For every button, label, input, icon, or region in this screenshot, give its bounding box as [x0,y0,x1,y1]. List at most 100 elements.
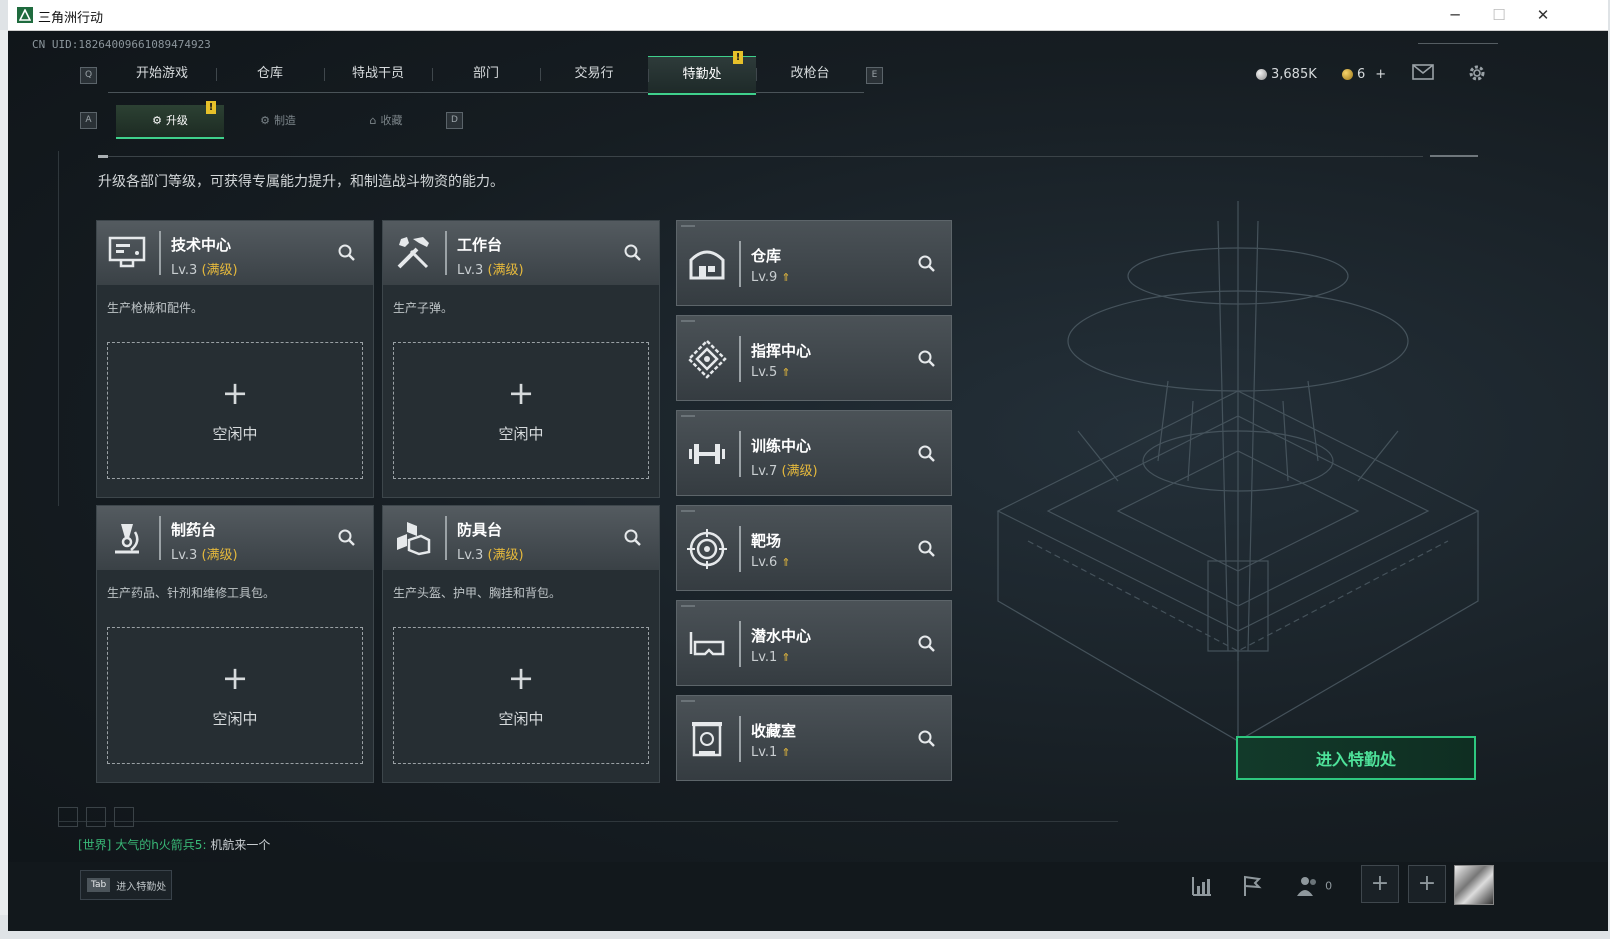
facility-name: 指挥中心 [751,342,812,360]
friends-icon [1297,877,1316,896]
production-card-tech-center[interactable]: 技术中心 Lv.3 (满级) 生产枪械和配件。 + 空闲中 [96,220,374,498]
card-name: 工作台 [457,236,503,254]
chat-sender: 大气的h火箭兵5: [115,838,207,852]
card-level: Lv.3 (满级) [171,259,238,278]
add-gold-button[interactable]: + [1375,67,1386,82]
card-separator [445,516,447,560]
sub-nav: ⚙ 升级 ⚙ 制造 ⌂ 收藏 [116,105,440,139]
tab-start-game[interactable]: 开始游戏 [108,56,216,92]
level-value: Lv.6 [751,555,778,570]
add-teammate-button[interactable]: + [1408,865,1446,903]
card-separator [159,516,161,560]
level-value: Lv.1 [751,650,778,665]
facility-diving-center[interactable]: 潜水中心 Lv.1 ⇑ [676,600,952,686]
settings-gear-icon[interactable] [1466,62,1488,84]
card-name: 制药台 [171,521,217,539]
tab-gunsmith[interactable]: 改枪台 [756,56,864,92]
slot-status: 空闲中 [498,425,544,443]
subtab-collection[interactable]: ⌂ 收藏 [332,105,440,137]
production-slot[interactable]: + 空闲中 [107,342,363,479]
stats-chart-icon[interactable] [1190,874,1214,898]
card-description: 生产子弹。 [393,301,454,315]
deco-square [58,807,78,827]
card-level: Lv.3 (满级) [457,259,524,278]
nav-prev-key[interactable]: Q [80,67,97,84]
alert-badge: ! [733,51,743,64]
facility-name: 仓库 [751,247,782,265]
tab-operators[interactable]: 特战干员 [324,56,432,92]
enter-special-ops-button[interactable]: 进入特勤处 [1236,736,1476,780]
facility-command-center[interactable]: 指挥中心 Lv.5 ⇑ [676,315,952,401]
maximize-button[interactable]: ☐ [1488,4,1510,26]
facility-level: Lv.7 (满级) [751,460,818,479]
level-value: Lv.9 [751,270,778,285]
search-icon[interactable] [917,729,937,749]
tab-trading[interactable]: 交易行 [540,56,648,92]
facility-separator [739,241,741,287]
tab-warehouse[interactable]: 仓库 [216,56,324,92]
warehouse-icon [687,244,727,284]
mail-icon[interactable] [1412,64,1434,80]
production-card-armor-bench[interactable]: 防具台 Lv.3 (满级) 生产头盔、护甲、胸挂和背包。 + 空闲中 [382,505,660,783]
tab-department[interactable]: 部门 [432,56,540,92]
divider-cap-right [1430,155,1478,157]
level-value: Lv.3 [457,548,484,563]
production-slot[interactable]: + 空闲中 [393,342,649,479]
corner-tick [681,700,695,702]
level-value: Lv.5 [751,365,778,380]
search-icon[interactable] [623,243,643,263]
corner-tick [681,510,695,512]
search-icon[interactable] [337,243,357,263]
facility-collection-room[interactable]: 收藏室 Lv.1 ⇑ [676,695,952,781]
subnav-prev-key[interactable]: A [80,112,97,129]
add-teammate-button[interactable]: + [1361,865,1399,903]
tools-icon [393,233,433,273]
corner-tick [681,415,695,417]
friends-button[interactable]: 0 [1296,874,1340,898]
nav-next-key[interactable]: E [866,67,883,84]
deco-square [86,807,106,827]
subnav-next-key[interactable]: D [446,112,463,129]
frame-line [1418,43,1498,44]
search-icon[interactable] [917,349,937,369]
avatar[interactable] [1454,865,1494,905]
dumbbell-icon [687,434,727,474]
diving-mask-icon [687,624,727,664]
facility-warehouse[interactable]: 仓库 Lv.9 ⇑ [676,220,952,306]
gold-currency[interactable]: 6 + [1342,67,1386,82]
search-icon[interactable] [917,254,937,274]
production-card-pharmacy[interactable]: 制药台 Lv.3 (满级) 生产药品、针剂和维修工具包。 + 空闲中 [96,505,374,783]
world-chat-line[interactable]: [世界] 大气的h火箭兵5: 机航来一个 [78,836,270,853]
production-slot[interactable]: + 空闲中 [393,627,649,764]
search-icon[interactable] [917,444,937,464]
subtab-collection-label: 收藏 [380,114,403,127]
microscope-icon [107,518,147,558]
close-button[interactable]: ✕ [1532,4,1554,26]
enter-special-ops-hotkey[interactable]: Tab 进入特勤处 [80,870,172,900]
add-icon: + [507,659,535,697]
craft-gear-icon: ⚙ [260,114,270,127]
silver-currency[interactable]: 3,685K [1256,67,1317,82]
friends-count: 0 [1325,879,1333,893]
subtab-craft[interactable]: ⚙ 制造 [224,105,332,137]
upgrade-arrow-icon: ⇑ [781,746,791,759]
user-uid: CN UID:18264009661089474923 [32,38,211,51]
chat-message: 机航来一个 [210,838,271,852]
flag-icon[interactable] [1240,874,1264,898]
production-slot[interactable]: + 空闲中 [107,627,363,764]
card-level: Lv.3 (满级) [171,544,238,563]
search-icon[interactable] [917,634,937,654]
search-icon[interactable] [337,528,357,548]
card-separator [159,231,161,275]
facility-shooting-range[interactable]: 靶场 Lv.6 ⇑ [676,505,952,591]
search-icon[interactable] [623,528,643,548]
display-case-icon [687,719,727,759]
production-card-workbench[interactable]: 工作台 Lv.3 (满级) 生产子弹。 + 空闲中 [382,220,660,498]
facility-separator [739,336,741,382]
minimize-button[interactable]: ─ [1444,4,1466,26]
level-value: Lv.3 [171,548,198,563]
facility-level: Lv.5 ⇑ [751,365,791,380]
card-separator [445,231,447,275]
facility-training-center[interactable]: 训练中心 Lv.7 (满级) [676,410,952,496]
search-icon[interactable] [917,539,937,559]
